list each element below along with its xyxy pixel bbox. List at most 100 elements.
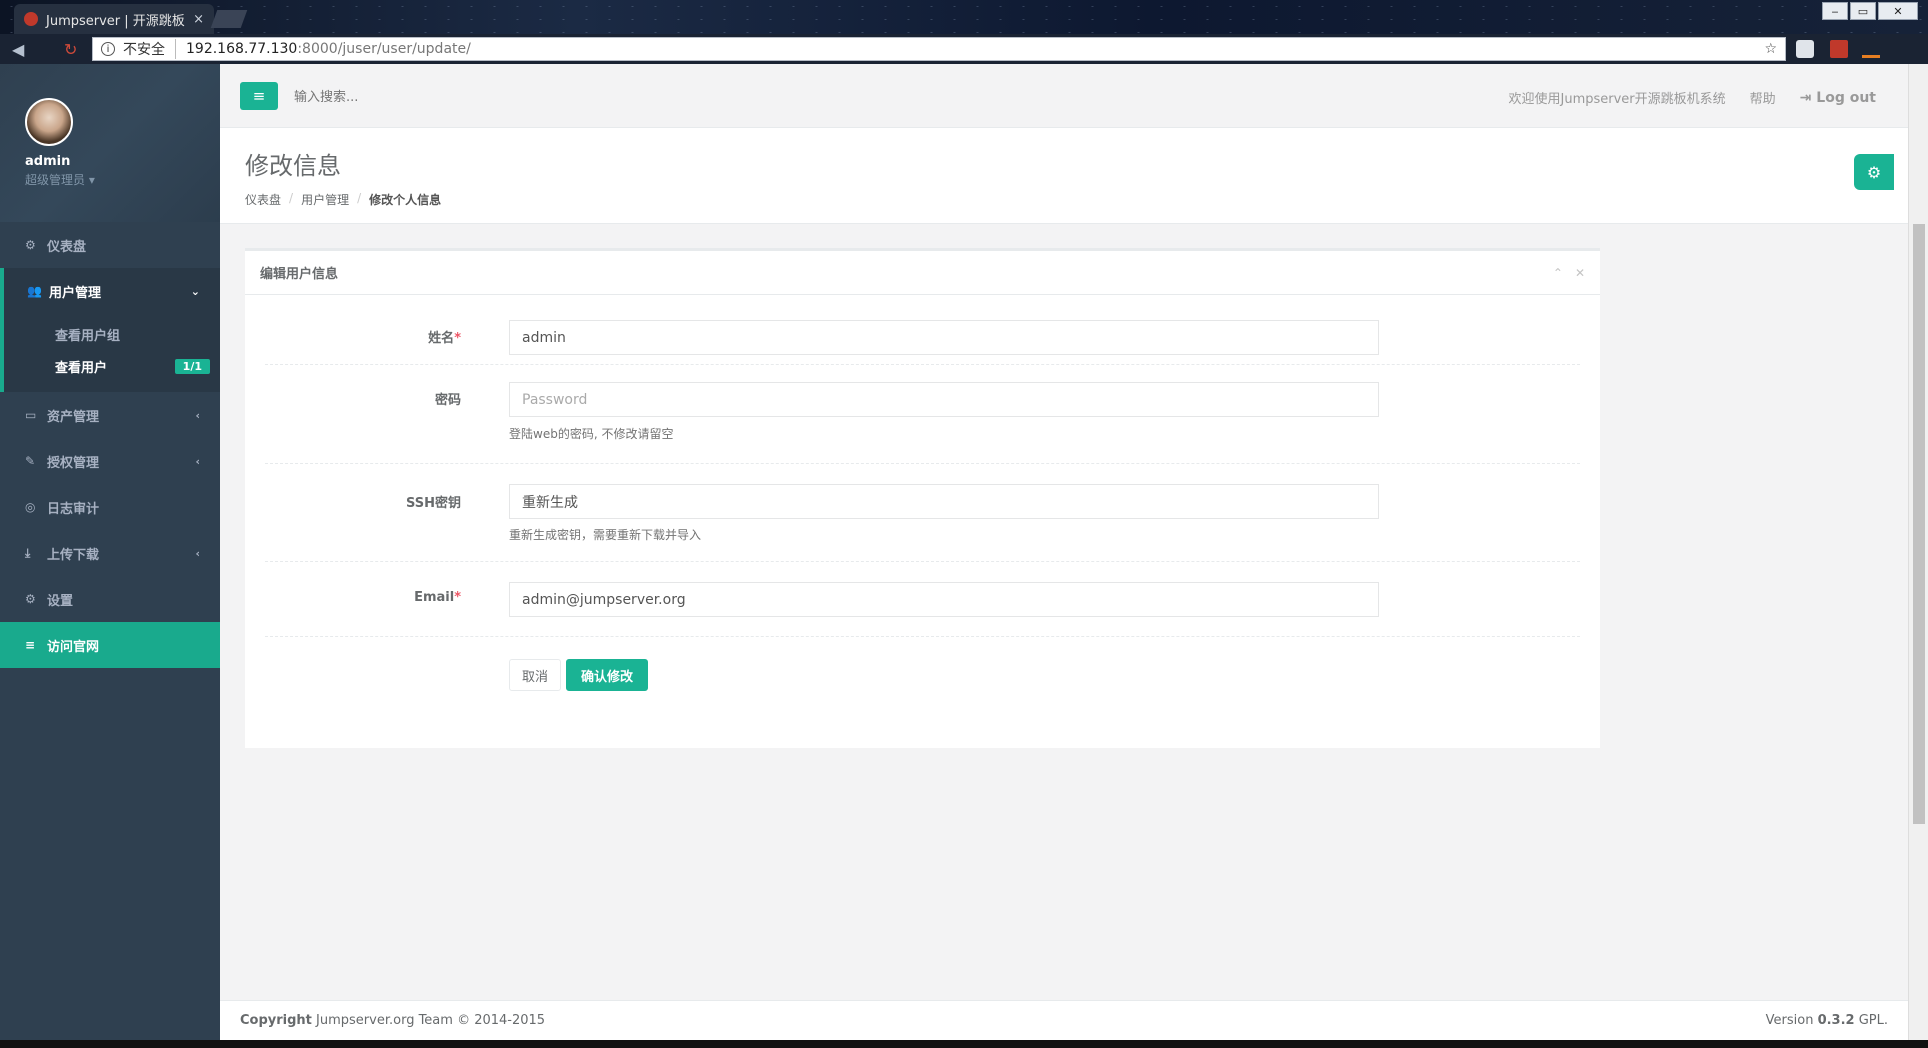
sidebar-subitem-user-groups[interactable]: 查看用户组: [4, 318, 220, 350]
panel-tools: ⌃ ✕: [1553, 266, 1585, 280]
window-controls: ‒ ▭ ✕: [1822, 2, 1918, 20]
main-content: ≡ 欢迎使用Jumpserver开源跳板机系统 帮助 ⇥ Log out 修改信…: [220, 64, 1908, 1040]
os-taskbar: [0, 1040, 1928, 1048]
sidebar-item-label: 用户管理: [49, 285, 102, 301]
edit-user-form: 姓名* admin 密码 Password 登陆web的密码, 不修改请留空 S…: [245, 295, 1600, 707]
download-extension-icon[interactable]: [1862, 40, 1880, 58]
tab-close-icon[interactable]: ×: [193, 12, 204, 27]
dashboard-icon: ⚙: [25, 238, 36, 252]
profile-username: admin: [25, 154, 71, 169]
menu-toggle-button[interactable]: ≡: [240, 82, 278, 110]
password-label: 密码: [434, 393, 461, 408]
app: admin 超级管理员 ▾ ⚙ 仪表盘 👥 用户管理 ⌄ 查看用户组 查看用户 …: [0, 64, 1928, 1040]
version-text: Version 0.3.2 GPL.: [1765, 1013, 1888, 1028]
bookmark-star-icon[interactable]: ☆: [1764, 41, 1777, 57]
sidebar: admin 超级管理员 ▾ ⚙ 仪表盘 👥 用户管理 ⌄ 查看用户组 查看用户 …: [0, 64, 220, 1040]
favicon-icon: [24, 12, 38, 26]
ssh-key-select[interactable]: 重新生成: [509, 484, 1379, 519]
footer: Copyright Jumpserver.org Team © 2014-201…: [220, 1000, 1908, 1040]
form-row-email: Email* admin@jumpserver.org: [265, 562, 1580, 637]
form-row-name: 姓名* admin: [265, 295, 1580, 365]
avatar[interactable]: [25, 98, 73, 146]
sidebar-item-asset-management[interactable]: ▭ 资产管理 ‹: [0, 392, 220, 438]
email-label: Email*: [414, 590, 461, 605]
page-title: 修改信息: [245, 152, 341, 180]
extension-icon[interactable]: [1796, 40, 1814, 58]
name-field[interactable]: admin: [509, 320, 1379, 355]
browser-tab[interactable]: Jumpserver | 开源跳板 ×: [14, 4, 214, 34]
list-icon: ≡: [25, 638, 36, 652]
sidebar-item-label: 授权管理: [47, 455, 100, 471]
chevron-left-icon: ‹: [195, 454, 200, 468]
history-icon: ◎: [25, 500, 36, 514]
panel-header: 编辑用户信息 ⌃ ✕: [245, 251, 1600, 295]
breadcrumb-current: 修改个人信息: [369, 193, 442, 207]
gears-icon: ⚙: [1866, 162, 1882, 182]
welcome-text: 欢迎使用Jumpserver开源跳板机系统: [1508, 92, 1726, 107]
email-field[interactable]: admin@jumpserver.org: [509, 582, 1379, 617]
sidebar-subitem-users[interactable]: 查看用户 1/1: [4, 350, 220, 382]
theme-config-button[interactable]: ⚙: [1854, 154, 1894, 190]
top-navbar: ≡ 欢迎使用Jumpserver开源跳板机系统 帮助 ⇥ Log out: [220, 64, 1908, 128]
sidebar-item-label: 访问官网: [47, 639, 100, 655]
logout-label: Log out: [1816, 89, 1876, 106]
sidebar-item-visit-website[interactable]: ≡ 访问官网: [0, 622, 220, 668]
sign-out-icon: ⇥: [1799, 89, 1812, 106]
sidebar-item-user-management[interactable]: 👥 用户管理 ⌄: [0, 268, 220, 314]
form-row-password: 密码 Password 登陆web的密码, 不修改请留空: [265, 365, 1580, 464]
breadcrumb-dashboard[interactable]: 仪表盘: [245, 191, 281, 208]
page-scrollbar[interactable]: [1908, 64, 1928, 1040]
required-mark: *: [454, 590, 461, 605]
reload-icon[interactable]: ↻: [64, 40, 77, 59]
insecure-label: 不安全: [123, 39, 176, 59]
collapse-icon[interactable]: ⌃: [1553, 266, 1563, 280]
breadcrumb: 仪表盘 / 用户管理 / 修改个人信息: [245, 191, 1908, 208]
back-icon[interactable]: ◀: [12, 40, 24, 59]
logout-link[interactable]: ⇥ Log out: [1800, 90, 1876, 106]
sidebar-subitem-label: 查看用户组: [55, 328, 121, 344]
profile-panel: admin 超级管理员 ▾: [0, 64, 220, 222]
name-label: 姓名*: [428, 331, 461, 346]
password-field[interactable]: Password: [509, 382, 1379, 417]
sidebar-item-label: 仪表盘: [47, 239, 87, 255]
copyright-text: Copyright Jumpserver.org Team © 2014-201…: [240, 1013, 546, 1028]
chevron-left-icon: ‹: [195, 546, 200, 560]
asset-icon: ▭: [25, 408, 37, 422]
info-icon[interactable]: i: [101, 42, 115, 56]
address-bar-row: ◀ ↻ i 不安全 192.168.77.130 :8000/juser/use…: [0, 34, 1928, 64]
sidebar-item-label: 日志审计: [47, 501, 100, 517]
breadcrumb-separator: /: [357, 191, 362, 205]
browser-titlebar: [0, 0, 1928, 34]
sidebar-subitem-label: 查看用户: [55, 360, 108, 376]
sidebar-item-label: 资产管理: [47, 409, 100, 425]
breadcrumb-user-management[interactable]: 用户管理: [301, 191, 349, 208]
pdf-extension-icon[interactable]: [1830, 40, 1848, 58]
ssh-help-text: 重新生成密钥，需要重新下载并导入: [509, 528, 702, 542]
close-window-button[interactable]: ✕: [1878, 2, 1918, 20]
sidebar-item-permission-management[interactable]: ✎ 授权管理 ‹: [0, 438, 220, 484]
sidebar-item-label: 设置: [47, 593, 74, 609]
url-host: 192.168.77.130: [186, 41, 298, 57]
sidebar-item-log-audit[interactable]: ◎ 日志审计: [0, 484, 220, 530]
download-icon: ⤓: [25, 545, 31, 560]
sidebar-item-upload-download[interactable]: ⤓ 上传下载 ‹: [0, 530, 220, 576]
profile-role-dropdown[interactable]: 超级管理员 ▾: [25, 171, 220, 188]
minimize-button[interactable]: ‒: [1822, 2, 1848, 20]
panel-title: 编辑用户信息: [260, 267, 339, 282]
user-submenu: 查看用户组 查看用户 1/1: [0, 314, 220, 392]
chevron-left-icon: ‹: [195, 408, 200, 422]
cancel-button[interactable]: 取消: [509, 659, 561, 691]
edit-user-panel: 编辑用户信息 ⌃ ✕ 姓名* admin 密码 Password 登陆web的密…: [245, 248, 1600, 748]
close-icon[interactable]: ✕: [1575, 266, 1585, 280]
edit-icon: ✎: [25, 454, 36, 468]
sidebar-item-dashboard[interactable]: ⚙ 仪表盘: [0, 222, 220, 268]
breadcrumb-separator: /: [289, 191, 294, 205]
help-link[interactable]: 帮助: [1750, 88, 1776, 107]
maximize-button[interactable]: ▭: [1850, 2, 1876, 20]
url-bar[interactable]: i 不安全 192.168.77.130 :8000/juser/user/up…: [92, 37, 1786, 61]
search-input[interactable]: [294, 86, 594, 108]
confirm-button[interactable]: 确认修改: [566, 659, 648, 691]
tab-title: Jumpserver | 开源跳板: [46, 13, 185, 29]
sidebar-item-settings[interactable]: ⚙ 设置: [0, 576, 220, 622]
scrollbar-thumb[interactable]: [1913, 224, 1925, 824]
